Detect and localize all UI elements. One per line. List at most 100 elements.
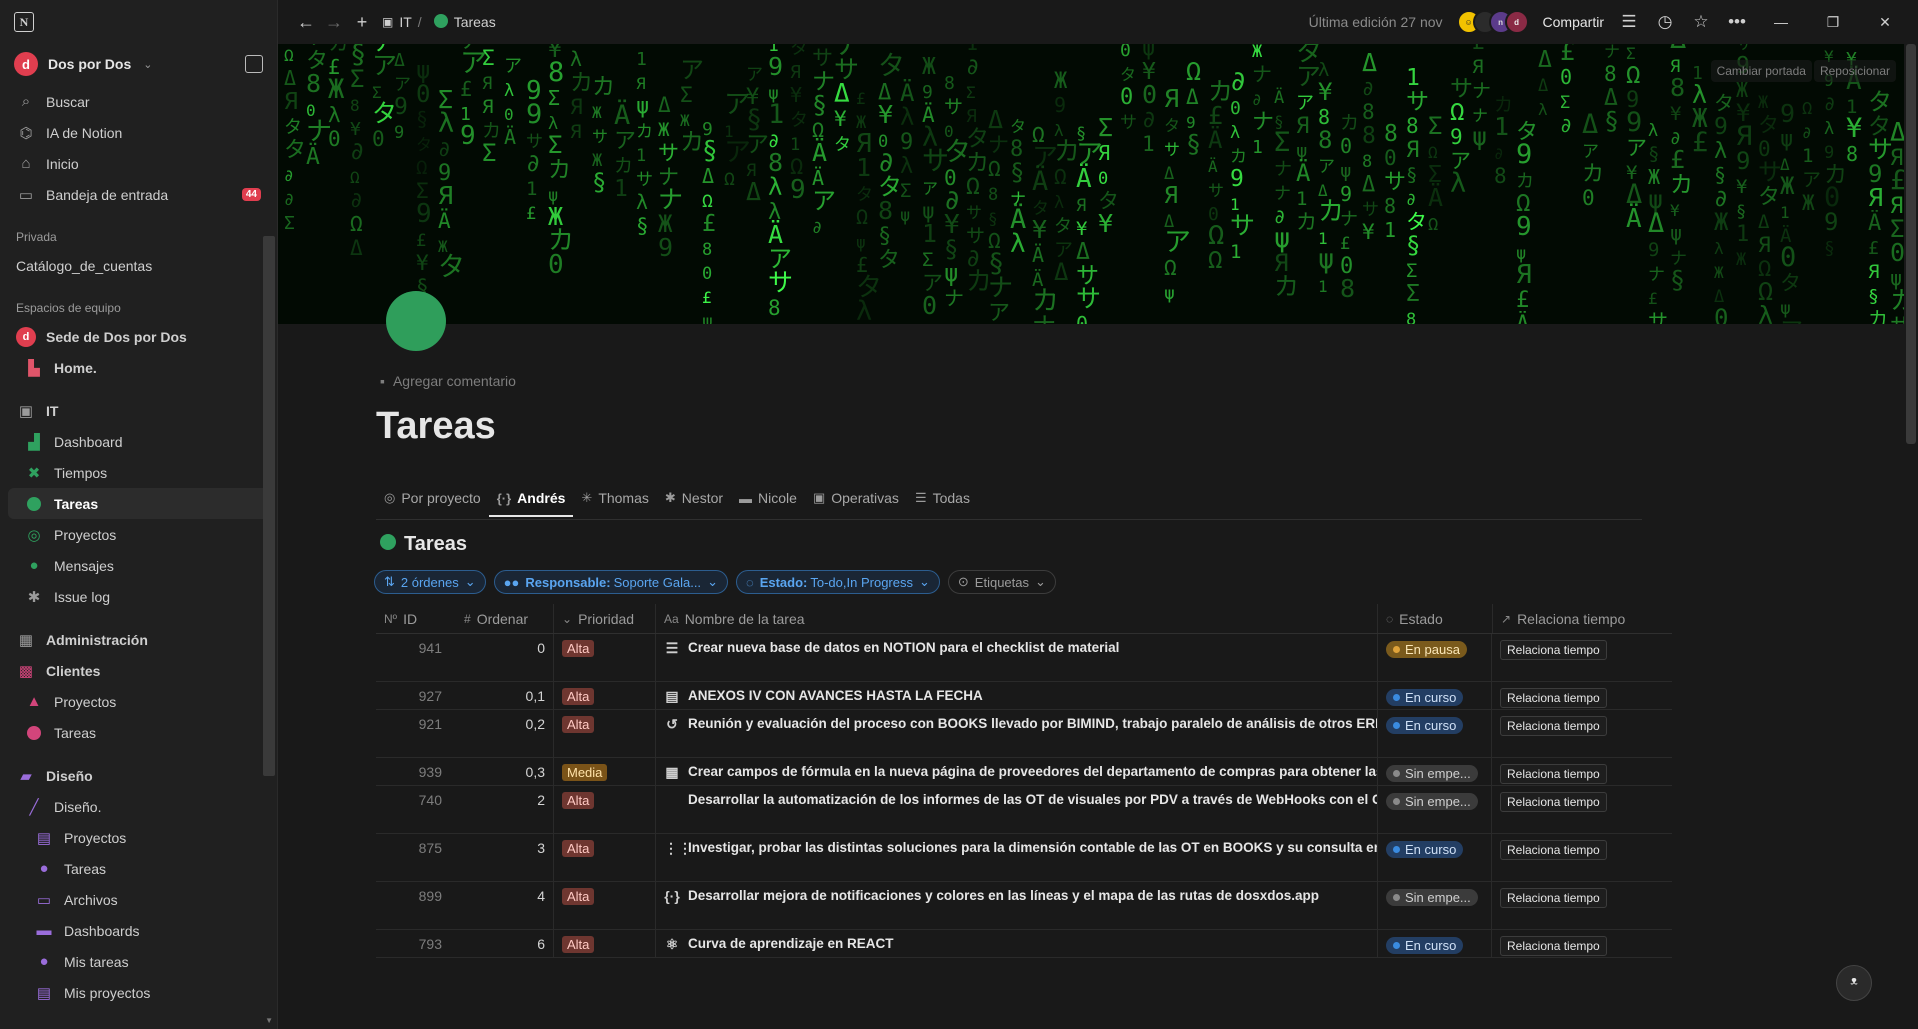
tab-operativas[interactable]: ▣ Operativas [805,486,907,516]
tab-nestor[interactable]: ✱ Nestor [657,486,731,516]
back-arrow-icon[interactable]: ← [292,12,320,33]
task-priority-cell[interactable]: Media [554,758,656,785]
help-button[interactable]: ᵜ [1836,965,1872,1001]
sidebar-item-proyectos[interactable]: ◎ Proyectos [0,519,277,550]
sidebar-item-home[interactable]: ⌂ Inicio [0,148,277,179]
sidebar-item-administracion[interactable]: ▦ Administración [0,624,277,655]
sidebar-item-mis-proyectos[interactable]: ▤ Mis proyectos [0,977,277,1008]
task-state-cell[interactable]: Sin empe... [1378,758,1492,785]
table-row[interactable]: 927 0,1 Alta ▤ ANEXOS IV CON AVANCES HASTA L… [376,682,1672,710]
table-row[interactable]: 921 0,2 Alta ↺ Reunión y evaluación del proc… [376,710,1672,758]
task-name-cell[interactable]: {·} Desarrollar mejora de notificaciones … [656,882,1378,929]
relaciona-tiempo-button[interactable]: Relaciona tiempo [1500,640,1607,660]
column-header-ordenar[interactable]: # Ordenar [456,604,554,633]
add-comment-button[interactable]: ▪ Agregar comentario [380,373,516,389]
sidebar-item-diseno-archivos[interactable]: ▭ Archivos [0,884,277,915]
tab-nicole[interactable]: ▬ Nicole [731,486,805,516]
tab-todas[interactable]: ☰ Todas [907,486,978,516]
column-header-relaciona[interactable]: ↗ Relaciona tiempo [1492,604,1672,633]
task-priority-cell[interactable]: Alta [554,682,656,709]
table-row[interactable]: 899 4 Alta {·} Desarrollar mejora de notific… [376,882,1672,930]
database-title[interactable]: Tareas [380,533,467,556]
column-header-estado[interactable]: ◌ Estado [1378,604,1492,633]
sidebar-item-inbox[interactable]: ▭ Bandeja de entrada 44 [0,179,277,210]
etiquetas-filter-chip[interactable]: ⊙ Etiquetas ⌄ [947,570,1056,594]
task-priority-cell[interactable]: Alta [554,834,656,881]
sidebar-item-it[interactable]: ▣ IT [0,395,277,426]
sidebar-item-search[interactable]: ⌕ Buscar [0,86,277,117]
sidebar-item-diseno-dashboards[interactable]: ▬ Dashboards [0,915,277,946]
collaborator-avatars[interactable]: ☺ n d [1456,10,1529,34]
tab-por-proyecto[interactable]: ◎ Por proyecto [376,486,489,516]
estado-filter-chip[interactable]: ◌ Estado: To-do,In Progress ⌄ [735,570,940,594]
page-icon[interactable] [386,291,446,351]
table-row[interactable]: 793 6 Alta ⚛ Curva de aprendizaje en REACT En… [376,930,1672,958]
tab-thomas[interactable]: ✳ Thomas [573,486,656,516]
history-icon[interactable]: ◷ [1654,12,1676,32]
sidebar-item-catalogo[interactable]: Catálogo_de_cuentas [0,250,277,281]
sidebar-item-clientes-proyectos[interactable]: ▲ Proyectos [0,686,277,717]
sidebar-item-tareas[interactable]: Tareas [8,488,269,519]
more-icon[interactable]: ••• [1726,12,1748,32]
sidebar-scrollbar[interactable] [263,236,275,776]
star-icon[interactable]: ☆ [1690,12,1712,32]
task-order[interactable]: 4 [456,882,554,929]
sidebar-item-diseno[interactable]: ▰ Diseño [0,760,277,791]
task-state-cell[interactable]: En curso [1378,834,1492,881]
task-name-cell[interactable]: ↺ Reunión y evaluación del proceso con BO… [656,710,1378,757]
breadcrumb-parent[interactable]: IT [399,14,411,30]
relaciona-tiempo-button[interactable]: Relaciona tiempo [1500,936,1607,956]
restore-icon[interactable]: ❐ [1814,14,1852,31]
notion-logo-icon[interactable]: N [14,12,34,32]
workspace-switcher[interactable]: d Dos por Dos ⌄ [0,42,277,86]
task-order[interactable]: 6 [456,930,554,957]
avatar[interactable]: d [1504,10,1529,34]
task-name-cell[interactable]: Desarrollar la automatización de los inf… [656,786,1378,833]
comments-icon[interactable]: ☰ [1618,12,1640,32]
task-order[interactable]: 0,2 [456,710,554,757]
task-name-cell[interactable]: ☰ Crear nueva base de datos en NOTION par… [656,634,1378,681]
close-icon[interactable]: ✕ [1866,14,1904,31]
sidebar-item-issue-log[interactable]: ✱ Issue log [0,581,277,612]
task-name-cell[interactable]: ▤ ANEXOS IV CON AVANCES HASTA LA FECHA [656,682,1378,709]
sidebar-item-mis-tareas[interactable]: ● Mis tareas [0,946,277,977]
scroll-down-arrow-icon[interactable]: ▼ [265,1016,273,1025]
column-header-id[interactable]: Nº ID [376,604,456,633]
relaciona-tiempo-button[interactable]: Relaciona tiempo [1500,716,1607,736]
sidebar-item-home-page[interactable]: ▙ Home. [0,352,277,383]
sidebar-item-mensajes[interactable]: ● Mensajes [0,550,277,581]
relaciona-tiempo-button[interactable]: Relaciona tiempo [1500,888,1607,908]
task-name-cell[interactable]: ⚛ Curva de aprendizaje en REACT [656,930,1378,957]
reposition-cover-button[interactable]: Reposicionar [1813,60,1896,82]
relaciona-tiempo-button[interactable]: Relaciona tiempo [1500,688,1607,708]
forward-arrow-icon[interactable]: → [320,12,348,33]
task-order[interactable]: 0,1 [456,682,554,709]
task-order[interactable]: 2 [456,786,554,833]
relaciona-tiempo-button[interactable]: Relaciona tiempo [1500,840,1607,860]
sidebar-item-diseno-tareas[interactable]: ● Tareas [0,853,277,884]
sort-chip[interactable]: ⇅ 2 órdenes ⌄ [374,570,486,594]
table-row[interactable]: 941 0 Alta ☰ Crear nueva base de datos en NO… [376,634,1672,682]
relaciona-tiempo-button[interactable]: Relaciona tiempo [1500,764,1607,784]
minimize-icon[interactable]: — [1762,14,1800,30]
share-button[interactable]: Compartir [1543,14,1604,30]
task-order[interactable]: 0,3 [456,758,554,785]
new-page-icon[interactable] [245,55,263,73]
task-state-cell[interactable]: Sin empe... [1378,786,1492,833]
tab-andres[interactable]: {·} Andrés [488,486,574,517]
task-order[interactable]: 3 [456,834,554,881]
plus-icon[interactable]: + [348,12,376,33]
sidebar-item-clientes[interactable]: ▩ Clientes [0,655,277,686]
sidebar-item-clientes-tareas[interactable]: Tareas [0,717,277,748]
sidebar-item-tiempos[interactable]: ✖ Tiempos [0,457,277,488]
responsable-filter-chip[interactable]: ●● Responsable: Soporte Gala... ⌄ [493,570,728,594]
task-order[interactable]: 0 [456,634,554,681]
table-row[interactable]: 875 3 Alta ⋮⋮ Investigar, probar las distint… [376,834,1672,882]
page-title[interactable]: Tareas [376,405,496,448]
task-priority-cell[interactable]: Alta [554,930,656,957]
table-row[interactable]: 939 0,3 Media ▦ Crear campos de fórmula en l… [376,758,1672,786]
sidebar-item-diseno-sub[interactable]: ╱ Diseño. [0,791,277,822]
column-header-nombre[interactable]: Aa Nombre de la tarea [656,604,1378,633]
task-state-cell[interactable]: En curso [1378,682,1492,709]
task-state-cell[interactable]: En curso [1378,930,1492,957]
